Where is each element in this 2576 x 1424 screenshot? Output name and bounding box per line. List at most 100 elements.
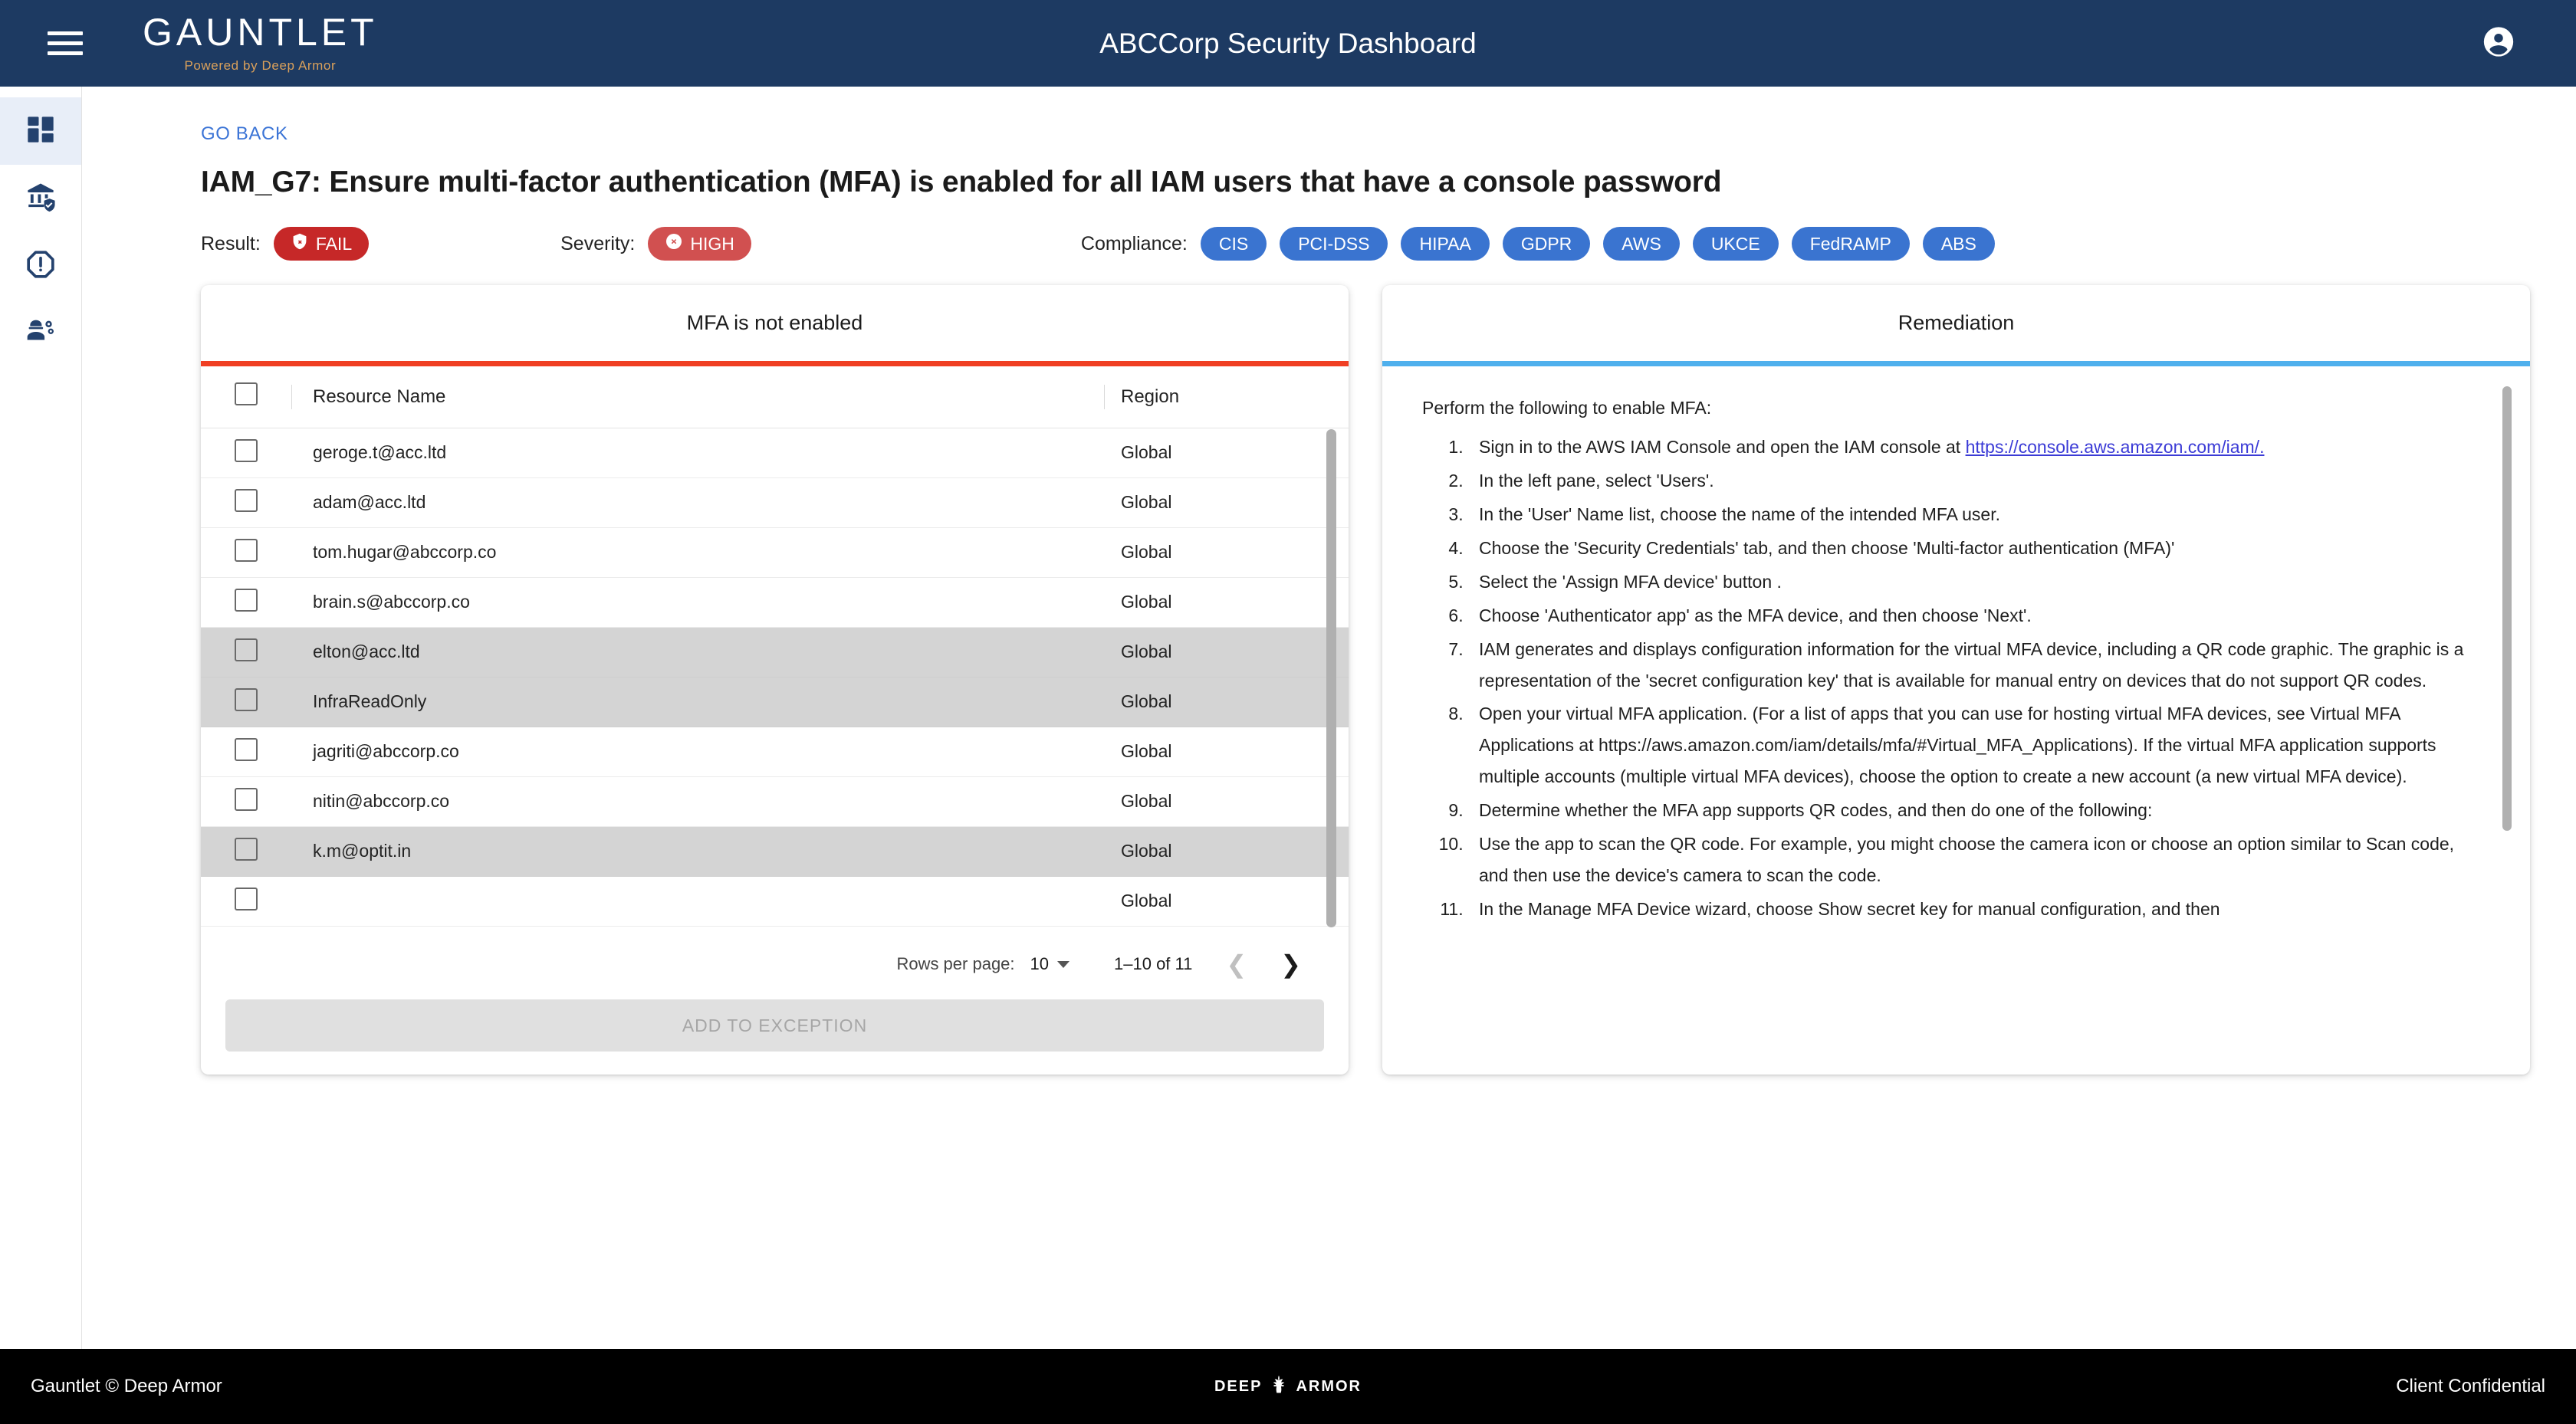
row-checkbox-cell [201, 527, 291, 578]
remediation-body[interactable]: Perform the following to enable MFA: Sig… [1382, 366, 2530, 1075]
findings-table-scroll[interactable]: Resource Name Region geroge.t@acc.ltd Gl… [201, 366, 1349, 929]
sidebar-item-alerts[interactable] [0, 232, 81, 300]
remediation-step: In the 'User' Name list, choose the name… [1468, 499, 2475, 530]
cell-resource-name: nitin@abccorp.co [291, 776, 1104, 827]
remediation-step: In the left pane, select 'Users'. [1468, 465, 2475, 497]
footer-logo-right: ARMOR [1296, 1377, 1362, 1395]
findings-table-scrollbar[interactable] [1326, 429, 1336, 927]
compliance-chip[interactable]: FedRAMP [1791, 227, 1910, 261]
compliance-chip[interactable]: GDPR [1502, 227, 1591, 261]
row-checkbox[interactable] [235, 737, 258, 761]
panels: MFA is not enabled Resource Name Region … [201, 285, 2530, 1075]
remediation-step: IAM generates and displays configuration… [1468, 634, 2475, 697]
compliance-chip[interactable]: ABS [1922, 227, 1995, 261]
cell-resource-name: InfraReadOnly [291, 677, 1104, 727]
cell-region: Global [1104, 677, 1349, 727]
compliance-label: Compliance: [1080, 232, 1188, 254]
row-checkbox[interactable] [235, 787, 258, 811]
shield-x-icon [291, 232, 309, 255]
footer-confidentiality: Client Confidential [2396, 1376, 2545, 1396]
table-row[interactable]: InfraReadOnly Global [201, 677, 1349, 727]
remediation-step: In the Manage MFA Device wizard, choose … [1468, 894, 2475, 925]
sidebar-item-dashboard[interactable] [0, 97, 81, 165]
go-back-link[interactable]: GO BACK [201, 123, 288, 145]
row-checkbox[interactable] [235, 687, 258, 711]
row-checkbox[interactable] [235, 588, 258, 612]
rows-per-page-select[interactable]: 10 [1030, 954, 1070, 974]
add-to-exception-button[interactable]: ADD TO EXCEPTION [225, 999, 1324, 1052]
row-checkbox-cell [201, 776, 291, 827]
result-badge-label: FAIL [315, 233, 353, 254]
compliance-chip[interactable]: UKCE [1692, 227, 1779, 261]
hamburger-line [48, 31, 83, 35]
cell-resource-name: k.m@optit.in [291, 826, 1104, 877]
row-checkbox[interactable] [235, 638, 258, 661]
remediation-steps: Sign in to the AWS IAM Console and open … [1468, 431, 2475, 925]
row-checkbox-cell [201, 428, 291, 478]
findings-accent-bar [201, 361, 1349, 366]
row-checkbox[interactable] [235, 488, 258, 512]
cell-resource-name: tom.hugar@abccorp.co [291, 527, 1104, 578]
cell-region: Global [1104, 428, 1349, 478]
chevron-down-icon [1057, 960, 1070, 968]
compliance-chip[interactable]: HIPAA [1401, 227, 1490, 261]
table-row[interactable]: Global [201, 876, 1349, 927]
remediation-intro: Perform the following to enable MFA: [1422, 398, 1712, 418]
sidebar-item-compliance[interactable] [0, 165, 81, 232]
table-row[interactable]: elton@acc.ltd Global [201, 627, 1349, 678]
row-checkbox[interactable] [235, 538, 258, 562]
row-checkbox[interactable] [235, 438, 258, 462]
table-row[interactable]: nitin@abccorp.co Global [201, 776, 1349, 827]
row-checkbox[interactable] [235, 837, 258, 861]
row-checkbox-cell [201, 477, 291, 528]
table-row[interactable]: adam@acc.ltd Global [201, 477, 1349, 528]
severity-badge[interactable]: HIGH [648, 227, 751, 261]
table-row[interactable]: tom.hugar@abccorp.co Global [201, 527, 1349, 578]
table-row[interactable]: geroge.t@acc.ltd Global [201, 428, 1349, 478]
remediation-card-title: Remediation [1898, 311, 2015, 334]
account-circle-icon[interactable] [2481, 24, 2516, 63]
cell-resource-name: elton@acc.ltd [291, 627, 1104, 678]
remediation-scrollbar[interactable] [2502, 386, 2512, 831]
hamburger-line [48, 41, 83, 45]
table-row[interactable]: k.m@optit.in Global [201, 826, 1349, 877]
remediation-step: Sign in to the AWS IAM Console and open … [1468, 431, 2475, 463]
table-body: geroge.t@acc.ltd Global adam@acc.ltd Glo… [201, 428, 1349, 927]
findings-table: Resource Name Region geroge.t@acc.ltd Gl… [201, 366, 1349, 927]
remediation-step: Select the 'Assign MFA device' button . [1468, 566, 2475, 598]
row-checkbox-cell [201, 577, 291, 628]
compliance-chip[interactable]: AWS [1603, 227, 1680, 261]
app-root: GAUNTLET Powered by Deep Armor ABCCorp S… [0, 0, 2576, 1424]
sidebar-item-user-settings[interactable] [0, 300, 81, 367]
table-row[interactable]: jagriti@abccorp.co Global [201, 727, 1349, 777]
row-checkbox-cell [201, 826, 291, 877]
select-all-checkbox[interactable] [235, 382, 258, 406]
aws-iam-console-link[interactable]: https://console.aws.amazon.com/iam/. [1966, 437, 2265, 457]
row-checkbox[interactable] [235, 887, 258, 911]
severity-label: Severity: [560, 232, 636, 254]
result-badge[interactable]: FAIL [273, 227, 370, 261]
fleur-de-lis-icon [1269, 1374, 1289, 1399]
remediation-step: Choose 'Authenticator app' as the MFA de… [1468, 600, 2475, 632]
hamburger-icon[interactable] [48, 31, 83, 55]
table-row[interactable]: brain.s@abccorp.co Global [201, 577, 1349, 628]
chevron-left-icon[interactable]: ❮ [1226, 952, 1247, 976]
chevron-right-icon[interactable]: ❯ [1280, 952, 1301, 976]
cell-region: Global [1104, 876, 1349, 927]
body-container: GO BACK IAM_G7: Ensure multi-factor auth… [0, 87, 2576, 1349]
column-header-region[interactable]: Region [1104, 366, 1349, 428]
hamburger-line [48, 51, 83, 55]
remediation-step-text: Sign in to the AWS IAM Console and open … [1479, 436, 1966, 457]
cell-region: Global [1104, 776, 1349, 827]
brand-logo[interactable]: GAUNTLET Powered by Deep Armor [143, 13, 378, 74]
compliance-chip[interactable]: CIS [1200, 227, 1267, 261]
compliance-chip[interactable]: PCI-DSS [1280, 227, 1388, 261]
findings-card-title: MFA is not enabled [686, 311, 863, 334]
bank-shield-icon [25, 181, 57, 217]
compliance-group: Compliance: CIS PCI-DSS HIPAA GDPR AWS U… [1081, 227, 1995, 261]
remediation-step: Choose the 'Security Credentials' tab, a… [1468, 533, 2475, 564]
footer-logo-left: DEEP [1214, 1377, 1263, 1395]
row-checkbox-cell [201, 677, 291, 727]
sidebar [0, 87, 82, 1349]
column-header-resource-name[interactable]: Resource Name [291, 366, 1104, 428]
